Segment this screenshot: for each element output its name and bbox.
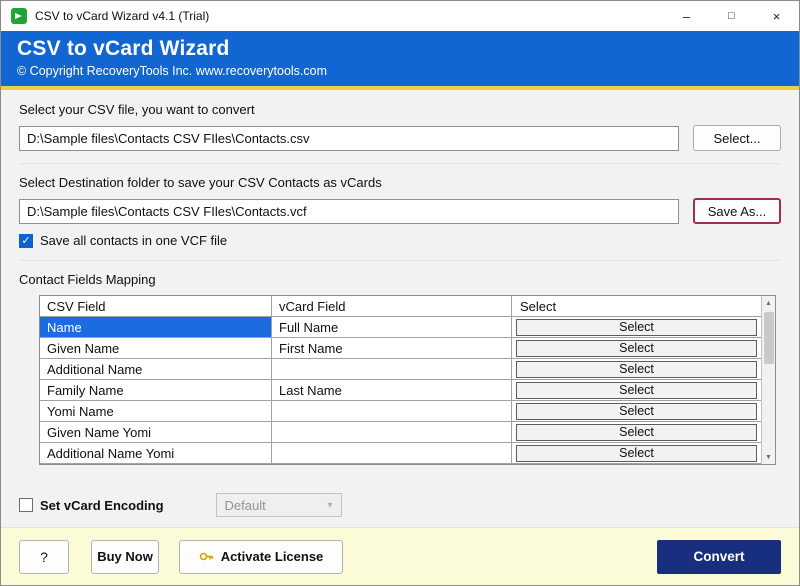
one-vcf-checkbox[interactable]: ✓ bbox=[19, 234, 33, 248]
main-content: Select your CSV file, you want to conver… bbox=[1, 90, 799, 527]
row-select-button[interactable]: Select bbox=[516, 319, 757, 336]
minimize-icon[interactable]: – bbox=[664, 1, 709, 31]
maximize-icon[interactable]: □ bbox=[709, 1, 754, 31]
mapping-table: CSV Field vCard Field Select NameFull Na… bbox=[39, 295, 776, 465]
encoding-section: Set vCard Encoding Default ▾ bbox=[19, 493, 781, 517]
table-row[interactable]: Given NameFirst NameSelect bbox=[40, 338, 775, 359]
table-row[interactable]: Yomi Name Select bbox=[40, 401, 775, 422]
select-cell: Select bbox=[512, 380, 775, 401]
convert-button[interactable]: Convert bbox=[657, 540, 781, 574]
help-button[interactable]: ? bbox=[19, 540, 69, 574]
maximize-glyph: □ bbox=[728, 10, 735, 22]
encoding-checkbox-label: Set vCard Encoding bbox=[40, 498, 164, 513]
select-cell: Select bbox=[512, 401, 775, 422]
source-path-input[interactable] bbox=[19, 126, 679, 151]
select-cell: Select bbox=[512, 317, 775, 338]
chevron-down-icon: ▾ bbox=[328, 500, 333, 511]
source-section: Select your CSV file, you want to conver… bbox=[19, 102, 781, 164]
mapping-label: Contact Fields Mapping bbox=[19, 272, 781, 287]
csv-field-cell[interactable]: Additional Name Yomi bbox=[40, 443, 272, 464]
csv-field-cell[interactable]: Family Name bbox=[40, 380, 272, 401]
source-label: Select your CSV file, you want to conver… bbox=[19, 102, 781, 117]
key-icon bbox=[199, 549, 214, 564]
vcard-field-cell[interactable]: Last Name bbox=[272, 380, 512, 401]
destination-section: Select Destination folder to save your C… bbox=[19, 175, 781, 261]
app-window: CSV to vCard Wizard v4.1 (Trial) – □ × C… bbox=[0, 0, 800, 586]
vcard-field-cell[interactable] bbox=[272, 401, 512, 422]
scrollbar-thumb[interactable] bbox=[764, 312, 774, 364]
csv-field-cell[interactable]: Given Name bbox=[40, 338, 272, 359]
csv-field-cell[interactable]: Given Name Yomi bbox=[40, 422, 272, 443]
row-select-button[interactable]: Select bbox=[516, 361, 757, 378]
vcard-field-cell[interactable] bbox=[272, 359, 512, 380]
table-row[interactable]: Family NameLast NameSelect bbox=[40, 380, 775, 401]
table-scrollbar[interactable]: ▲ ▼ bbox=[761, 296, 775, 464]
footer-bar: ? Buy Now Activate License Convert bbox=[1, 527, 799, 585]
table-row[interactable]: Additional Name Yomi Select bbox=[40, 443, 775, 464]
column-header-select: Select bbox=[512, 296, 775, 317]
csv-field-cell[interactable]: Name bbox=[40, 317, 272, 338]
destination-label: Select Destination folder to save your C… bbox=[19, 175, 781, 190]
mapping-section: Contact Fields Mapping CSV Field vCard F… bbox=[19, 272, 781, 465]
csv-field-cell[interactable]: Yomi Name bbox=[40, 401, 272, 422]
column-header-vcard-field: vCard Field bbox=[272, 296, 512, 317]
destination-path-input[interactable] bbox=[19, 199, 679, 224]
activate-license-button[interactable]: Activate License bbox=[179, 540, 343, 574]
row-select-button[interactable]: Select bbox=[516, 403, 757, 420]
mapping-table-body: NameFull NameSelectGiven NameFirst NameS… bbox=[40, 317, 775, 464]
select-cell: Select bbox=[512, 338, 775, 359]
app-title: CSV to vCard Wizard bbox=[17, 37, 783, 61]
vcard-field-cell[interactable]: Full Name bbox=[272, 317, 512, 338]
vcard-field-cell[interactable] bbox=[272, 422, 512, 443]
row-select-button[interactable]: Select bbox=[516, 424, 757, 441]
csv-field-cell[interactable]: Additional Name bbox=[40, 359, 272, 380]
copyright-text: © Copyright RecoveryTools Inc. www.recov… bbox=[17, 64, 783, 78]
one-vcf-checkbox-label: Save all contacts in one VCF file bbox=[40, 233, 227, 248]
scroll-down-icon[interactable]: ▼ bbox=[762, 450, 775, 464]
table-row[interactable]: Additional Name Select bbox=[40, 359, 775, 380]
window-title: CSV to vCard Wizard v4.1 (Trial) bbox=[35, 9, 664, 23]
encoding-dropdown[interactable]: Default ▾ bbox=[216, 493, 342, 517]
title-bar: CSV to vCard Wizard v4.1 (Trial) – □ × bbox=[1, 1, 799, 31]
save-as-button[interactable]: Save As... bbox=[693, 198, 781, 224]
select-cell: Select bbox=[512, 359, 775, 380]
table-row[interactable]: Given Name Yomi Select bbox=[40, 422, 775, 443]
row-select-button[interactable]: Select bbox=[516, 340, 757, 357]
encoding-dropdown-value: Default bbox=[225, 498, 266, 513]
column-header-csv-field: CSV Field bbox=[40, 296, 272, 317]
check-icon: ✓ bbox=[21, 234, 30, 247]
table-row[interactable]: NameFull NameSelect bbox=[40, 317, 775, 338]
vcard-field-cell[interactable]: First Name bbox=[272, 338, 512, 359]
encoding-checkbox[interactable] bbox=[19, 498, 33, 512]
select-cell: Select bbox=[512, 443, 775, 464]
row-select-button[interactable]: Select bbox=[516, 382, 757, 399]
app-icon bbox=[11, 8, 27, 24]
select-cell: Select bbox=[512, 422, 775, 443]
mapping-table-header: CSV Field vCard Field Select bbox=[40, 296, 775, 317]
select-file-button[interactable]: Select... bbox=[693, 125, 781, 151]
app-header: CSV to vCard Wizard © Copyright Recovery… bbox=[1, 31, 799, 86]
activate-license-label: Activate License bbox=[221, 549, 324, 564]
buy-now-button[interactable]: Buy Now bbox=[91, 540, 159, 574]
scroll-up-icon[interactable]: ▲ bbox=[762, 296, 775, 310]
close-icon[interactable]: × bbox=[754, 1, 799, 31]
row-select-button[interactable]: Select bbox=[516, 445, 757, 462]
vcard-field-cell[interactable] bbox=[272, 443, 512, 464]
